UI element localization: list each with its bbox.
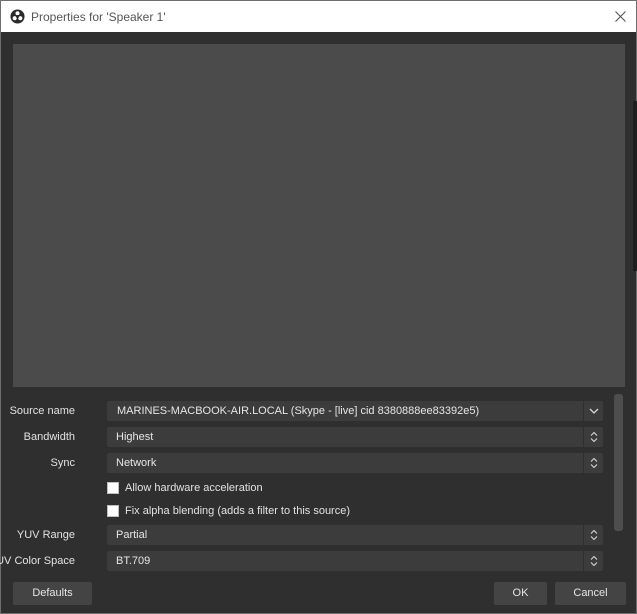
chevron-down-icon bbox=[589, 408, 598, 414]
close-icon bbox=[614, 11, 626, 22]
hardware-acceleration-label: Allow hardware acceleration bbox=[125, 482, 263, 494]
yuv-range-label: YUV Range bbox=[16, 529, 75, 541]
bandwidth-label: Bandwidth bbox=[23, 431, 75, 443]
bandwidth-select[interactable]: Highest bbox=[107, 427, 603, 447]
fix-alpha-blending-label: Fix alpha blending (adds a filter to thi… bbox=[125, 505, 351, 517]
defaults-button[interactable]: Defaults bbox=[13, 582, 92, 605]
fix-alpha-blending-checkbox[interactable] bbox=[107, 505, 119, 517]
combo-dropdown-button[interactable] bbox=[583, 401, 603, 421]
source-preview bbox=[13, 44, 625, 387]
properties-scrollbar[interactable] bbox=[614, 394, 623, 531]
title-bar[interactable]: Properties for 'Speaker 1' bbox=[1, 1, 636, 32]
select-arrows[interactable] bbox=[583, 551, 603, 571]
source-name-combobox[interactable]: MARINES-MACBOOK-AIR.LOCAL (Skype - [live… bbox=[107, 401, 603, 421]
yuv-color-space-value: BT.709 bbox=[116, 555, 151, 567]
yuv-range-row: YUV Range Partial bbox=[1, 525, 611, 545]
ok-button[interactable]: OK bbox=[494, 582, 547, 605]
source-name-row: Source name MARINES-MACBOOK-AIR.LOCAL (S… bbox=[1, 401, 611, 421]
up-down-arrows-icon bbox=[590, 431, 597, 443]
properties-dialog: Properties for 'Speaker 1' Source name M… bbox=[0, 0, 637, 614]
bandwidth-value: Highest bbox=[116, 431, 154, 443]
cancel-button[interactable]: Cancel bbox=[555, 582, 626, 605]
yuv-color-space-label: YUV Color Space bbox=[0, 555, 75, 567]
select-arrows[interactable] bbox=[583, 427, 603, 447]
yuv-color-space-select[interactable]: BT.709 bbox=[107, 551, 603, 571]
source-name-label: Source name bbox=[9, 405, 75, 417]
yuv-color-space-row: YUV Color Space BT.709 bbox=[0, 551, 611, 571]
source-name-value: MARINES-MACBOOK-AIR.LOCAL (Skype - [live… bbox=[117, 405, 480, 417]
select-arrows[interactable] bbox=[583, 525, 603, 545]
window-title: Properties for 'Speaker 1' bbox=[31, 10, 166, 24]
up-down-arrows-icon bbox=[590, 457, 597, 469]
yuv-range-value: Partial bbox=[116, 529, 148, 541]
up-down-arrows-icon bbox=[590, 555, 597, 567]
obs-logo-icon bbox=[10, 9, 25, 24]
hardware-acceleration-checkbox[interactable] bbox=[107, 482, 119, 494]
sync-select[interactable]: Network bbox=[107, 453, 603, 473]
select-arrows[interactable] bbox=[583, 453, 603, 473]
close-button[interactable] bbox=[604, 1, 636, 32]
yuv-range-select[interactable]: Partial bbox=[107, 525, 603, 545]
sync-row: Sync Network bbox=[1, 453, 611, 473]
background-window-edge bbox=[633, 101, 637, 271]
up-down-arrows-icon bbox=[590, 529, 597, 541]
sync-label: Sync bbox=[50, 457, 75, 469]
bandwidth-row: Bandwidth Highest bbox=[1, 427, 611, 447]
sync-value: Network bbox=[116, 457, 157, 469]
